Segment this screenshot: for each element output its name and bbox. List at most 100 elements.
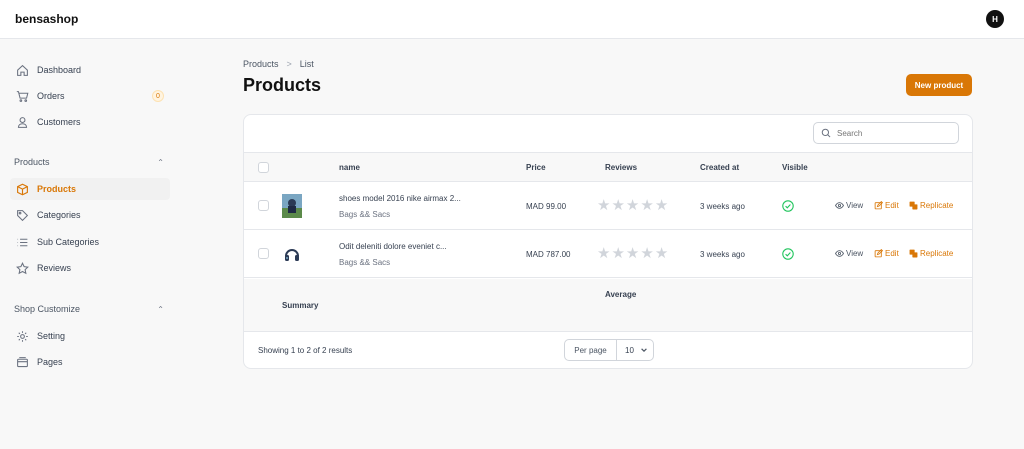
search-box[interactable]	[813, 122, 959, 144]
column-header-visible[interactable]: Visible	[782, 163, 808, 172]
row-checkbox[interactable]	[258, 200, 269, 211]
sidebar-item-label: Orders	[37, 91, 65, 101]
eye-icon	[835, 202, 844, 209]
replicate-label: Replicate	[920, 201, 954, 210]
replicate-label: Replicate	[920, 249, 954, 258]
star-icon: ★	[611, 197, 625, 214]
sidebar-item-label: Customers	[37, 117, 81, 127]
chevron-down-icon	[641, 348, 647, 353]
column-header-reviews[interactable]: Reviews	[605, 163, 637, 172]
cube-icon	[15, 182, 29, 196]
visible-check-icon	[782, 200, 794, 212]
column-header-created-at[interactable]: Created at	[700, 163, 739, 172]
edit-icon	[874, 249, 883, 258]
per-page-value: 10	[625, 345, 634, 355]
breadcrumb: Products > List	[243, 59, 314, 69]
home-icon	[15, 63, 29, 77]
sidebar-item-label: Dashboard	[37, 65, 82, 75]
top-bar: bensashop H	[0, 0, 1024, 39]
brand-logo[interactable]: bensashop	[15, 12, 78, 26]
chevron-up-icon: ⌃	[157, 304, 164, 314]
star-icon: ★	[625, 245, 640, 262]
sidebar-item-label: Pages	[37, 357, 63, 367]
view-label: View	[846, 201, 864, 210]
star-icon: ★	[654, 245, 669, 262]
sidebar-item-customers[interactable]: Customers	[10, 111, 170, 133]
breadcrumb-item: List	[299, 59, 314, 69]
view-label: View	[846, 249, 864, 258]
pages-icon	[15, 355, 29, 369]
product-price: MAD 787.00	[526, 250, 571, 259]
replicate-action[interactable]: Replicate	[909, 201, 953, 210]
search-icon	[821, 128, 831, 138]
sidebar-item-label: Reviews	[37, 263, 72, 273]
summary-label: Summary	[282, 301, 319, 310]
star-icon	[15, 261, 29, 275]
column-header-price[interactable]: Price	[526, 163, 546, 172]
edit-label: Edit	[885, 201, 899, 210]
eye-icon	[835, 250, 844, 257]
row-checkbox[interactable]	[258, 248, 269, 259]
edit-action[interactable]: Edit	[874, 201, 899, 210]
sidebar-item-reviews[interactable]: Reviews	[10, 257, 170, 279]
sidebar-item-label: Categories	[37, 210, 81, 220]
star-icon: ★	[640, 245, 654, 262]
sidebar-item-categories[interactable]: Categories	[10, 204, 170, 226]
sidebar-item-pages[interactable]: Pages	[10, 351, 170, 373]
table-header: name Price Reviews Created at Visible	[244, 152, 972, 182]
tag-icon	[15, 208, 29, 222]
sidebar-item-setting[interactable]: Setting	[10, 325, 170, 347]
breadcrumb-item[interactable]: Products	[243, 59, 279, 69]
sidebar-item-sub-categories[interactable]: Sub Categories	[10, 231, 170, 253]
per-page-select[interactable]: Per page 10	[564, 339, 654, 361]
edit-label: Edit	[885, 249, 899, 258]
product-thumbnail[interactable]	[282, 194, 302, 218]
average-label: Average	[605, 290, 637, 299]
edit-action[interactable]: Edit	[874, 249, 899, 258]
product-thumbnail[interactable]	[282, 242, 302, 266]
new-product-button[interactable]: New product	[906, 74, 972, 96]
sidebar: Dashboard Orders 0 Customers Products ⌃ …	[0, 40, 180, 449]
page-title: Products	[243, 75, 322, 95]
search-input[interactable]	[837, 128, 947, 138]
created-at: 3 weeks ago	[700, 202, 745, 211]
user-icon	[15, 115, 29, 129]
sidebar-item-products[interactable]: Products	[10, 178, 170, 200]
product-category: Bags && Sacs	[339, 258, 391, 267]
sidebar-item-label: Products	[37, 184, 77, 194]
view-action[interactable]: View	[835, 249, 863, 258]
visible-check-icon	[782, 248, 794, 260]
star-icon: ★	[625, 197, 640, 214]
product-price: MAD 99.00	[526, 202, 567, 211]
sidebar-item-orders[interactable]: Orders 0	[10, 85, 170, 107]
sidebar-item-dashboard[interactable]: Dashboard	[10, 59, 170, 81]
rating-stars: ★ ★ ★ ★ ★	[597, 246, 668, 261]
replicate-action[interactable]: Replicate	[909, 249, 953, 258]
breadcrumb-separator: >	[286, 59, 292, 69]
created-at: 3 weeks ago	[700, 250, 745, 259]
per-page-label: Per page	[565, 340, 617, 360]
select-all-checkbox[interactable]	[258, 162, 269, 173]
per-page-value-wrap: 10	[625, 346, 648, 355]
table-row: shoes model 2016 nike airmax 2... Bags &…	[244, 182, 972, 230]
edit-icon	[874, 201, 883, 210]
cart-icon	[15, 89, 29, 103]
sidebar-group-shop-customize[interactable]: Shop Customize ⌃	[14, 304, 164, 314]
summary-row: Summary Average	[244, 279, 972, 332]
star-icon: ★	[611, 245, 625, 262]
product-name[interactable]: shoes model 2016 nike airmax 2...	[339, 194, 461, 203]
rating-stars: ★ ★ ★ ★ ★	[597, 198, 668, 213]
sidebar-group-label: Shop Customize	[14, 304, 81, 314]
star-icon: ★	[640, 197, 654, 214]
user-avatar[interactable]: H	[986, 10, 1004, 28]
star-icon: ★	[654, 197, 669, 214]
sidebar-group-products[interactable]: Products ⌃	[14, 157, 164, 167]
product-name[interactable]: Odit deleniti dolore eveniet c...	[339, 242, 447, 251]
product-category: Bags && Sacs	[339, 210, 391, 219]
chevron-up-icon: ⌃	[157, 157, 164, 167]
gear-icon	[15, 329, 29, 343]
sidebar-item-label: Sub Categories	[37, 237, 100, 247]
column-header-name[interactable]: name	[339, 163, 360, 172]
view-action[interactable]: View	[835, 201, 863, 210]
products-table: name Price Reviews Created at Visible sh…	[243, 114, 973, 369]
